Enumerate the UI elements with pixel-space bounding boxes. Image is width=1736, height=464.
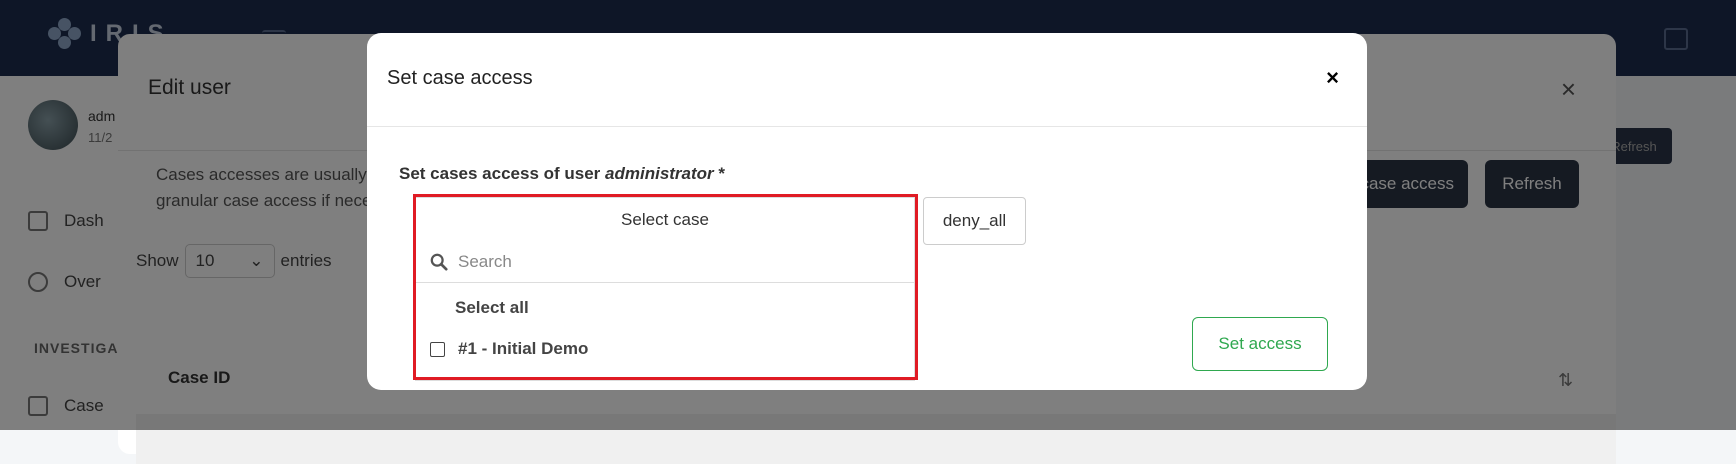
cases-access-label: Set cases access of user administrator * [399,164,725,184]
set-case-access-modal: Set case access × Set cases access of us… [367,33,1367,390]
select-case-dropdown-toggle[interactable]: Select case [415,197,915,241]
required-marker: * [713,164,726,183]
case-option-checkbox[interactable] [430,341,445,357]
label-prefix: Set cases access of user [399,164,606,183]
divider [367,126,1367,127]
access-level-select[interactable]: deny_all [923,197,1026,245]
search-icon [430,253,448,271]
modal-title: Set case access [387,67,533,89]
select-all-option[interactable]: Select all [455,298,529,318]
case-search-input[interactable] [456,250,900,273]
case-option-label: #1 - Initial Demo [458,339,589,358]
dropdown-search [416,241,916,283]
label-user: administrator [605,164,714,183]
case-option[interactable]: #1 - Initial Demo [430,339,588,359]
close-icon[interactable]: × [1326,65,1339,91]
case-dropdown-menu: Select all #1 - Initial Demo [415,241,916,381]
set-access-button[interactable]: Set access [1192,317,1328,371]
